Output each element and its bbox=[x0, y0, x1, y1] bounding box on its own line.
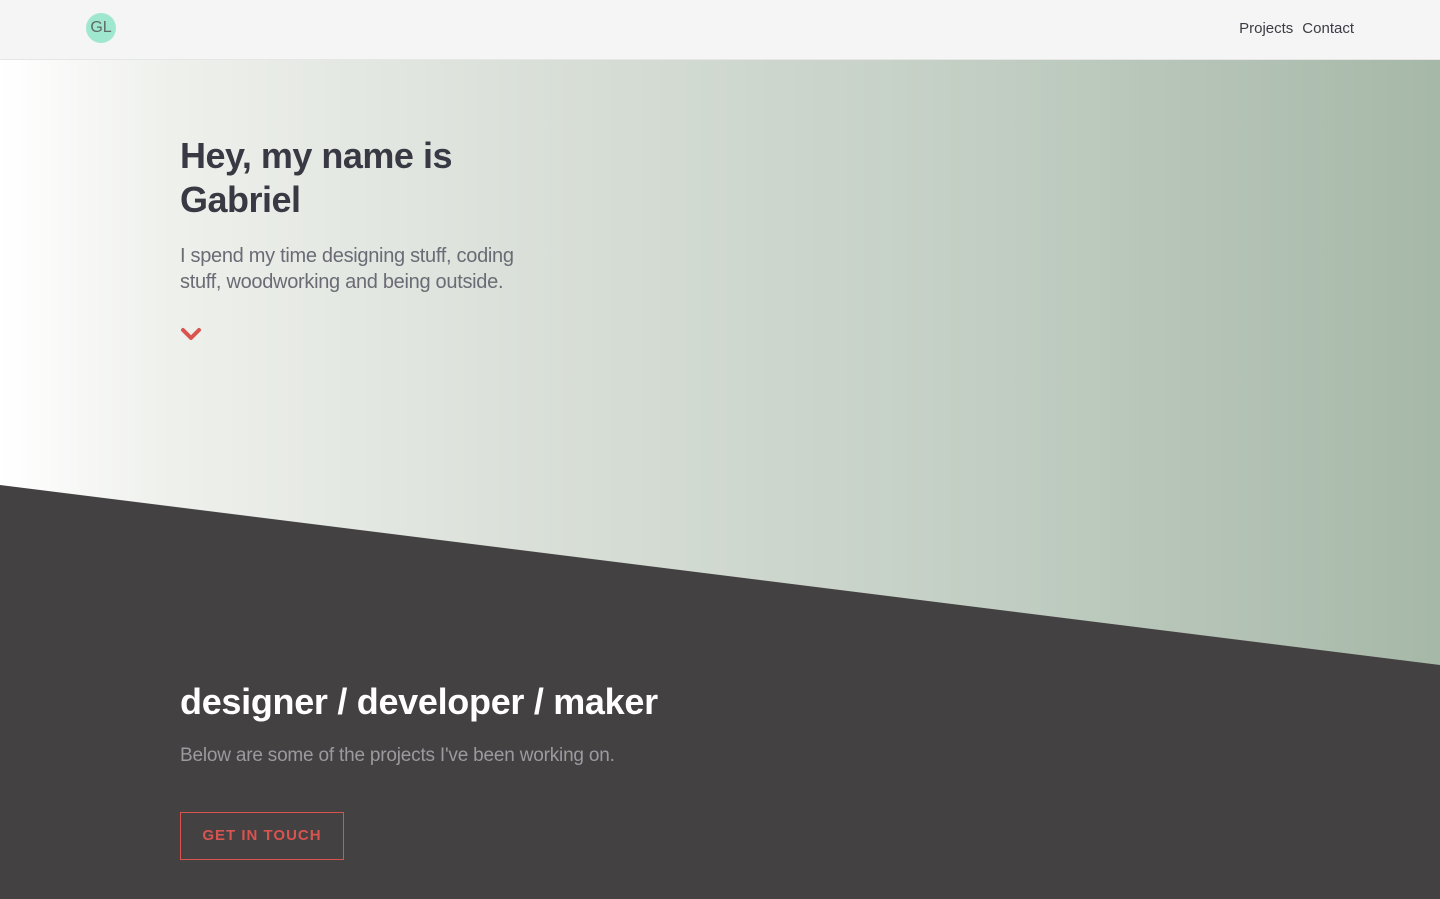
get-in-touch-button[interactable]: GET IN TOUCH bbox=[180, 812, 344, 860]
chevron-down-icon[interactable] bbox=[180, 324, 202, 344]
main-nav: Projects Contact bbox=[1239, 19, 1354, 39]
logo-avatar[interactable]: GL bbox=[86, 13, 116, 43]
page: GL Projects Contact Hey, my name is Gabr… bbox=[0, 0, 1440, 899]
top-navbar: GL Projects Contact bbox=[0, 0, 1440, 60]
intro-section: designer / developer / maker Below are s… bbox=[180, 680, 880, 860]
tagline-heading: designer / developer / maker bbox=[180, 681, 658, 722]
hero-subtitle: I spend my time designing stuff, coding … bbox=[180, 245, 514, 293]
intro-text: Below are some of the projects I've been… bbox=[180, 745, 615, 766]
nav-projects-link[interactable]: Projects bbox=[1239, 19, 1293, 39]
hero-title: Hey, my name is Gabriel bbox=[180, 135, 452, 220]
nav-contact-link[interactable]: Contact bbox=[1302, 19, 1354, 39]
